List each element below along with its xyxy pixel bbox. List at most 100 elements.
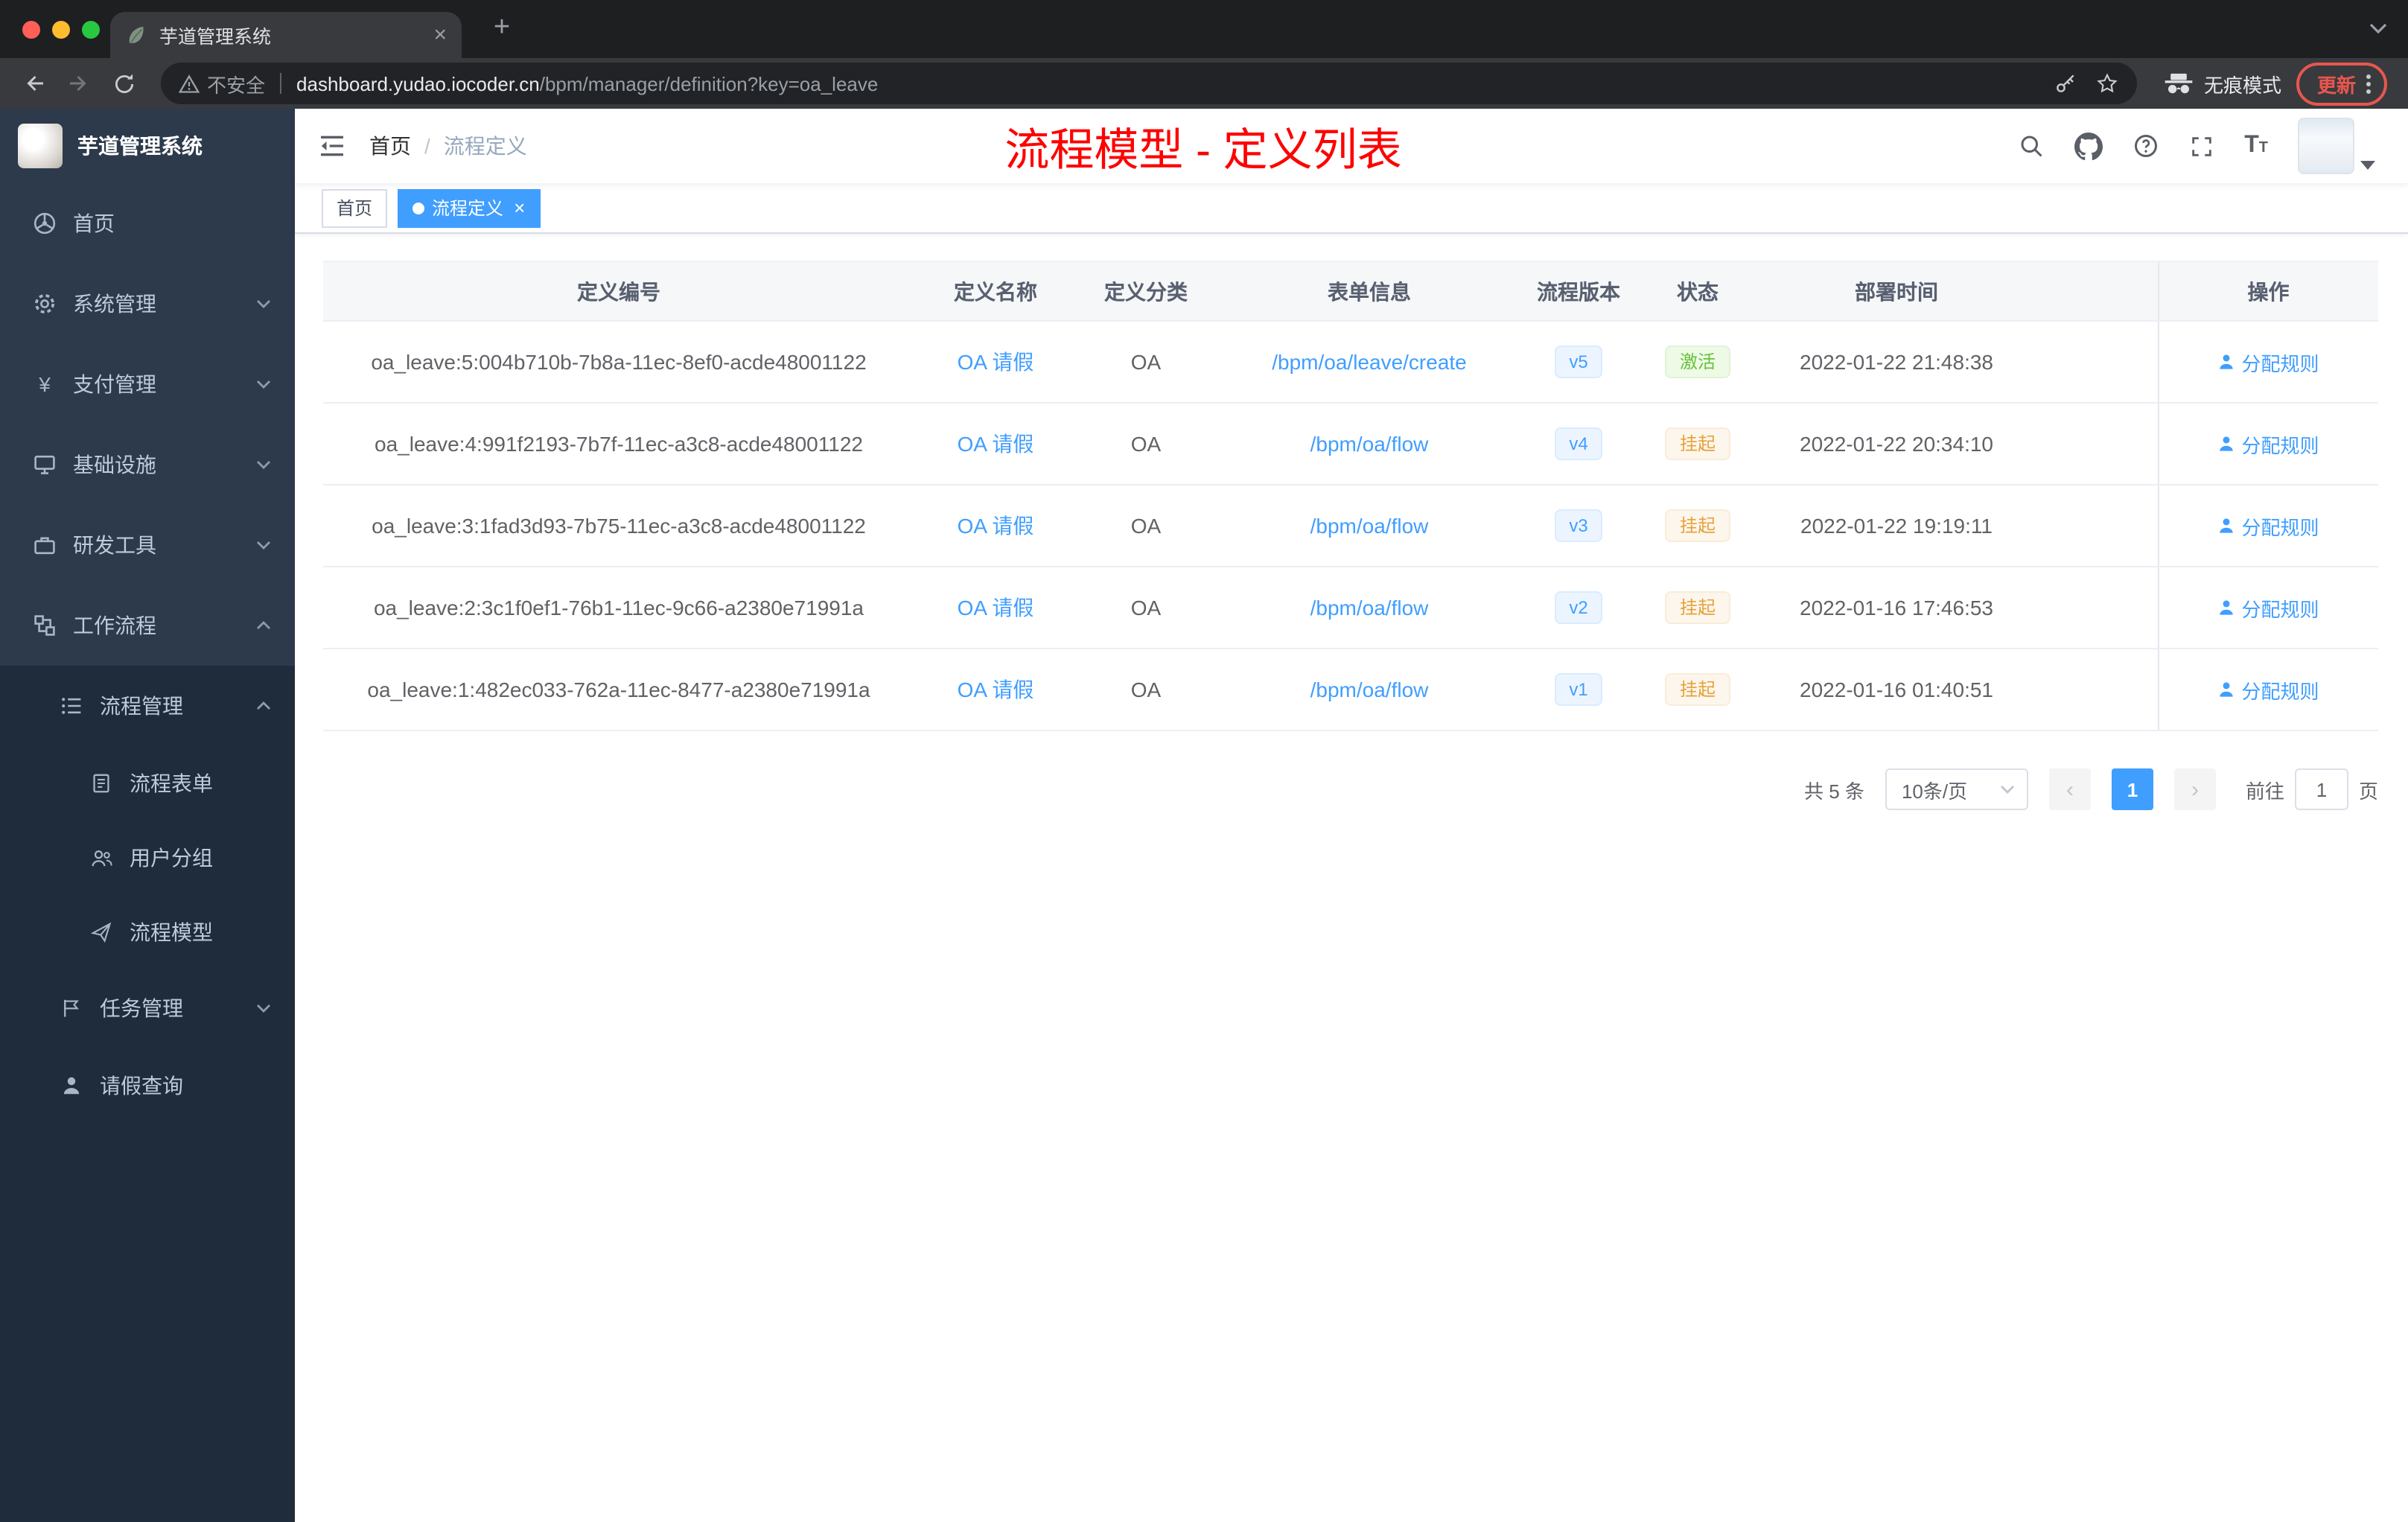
browser-update-menu-button[interactable]: 更新 (2296, 62, 2387, 105)
status-badge: 挂起 (1664, 509, 1730, 542)
cell-category: OA (1077, 649, 1215, 731)
users-icon (89, 846, 113, 870)
page-annotation-title: 流程模型 - 定义列表 (1004, 127, 1402, 176)
tag-label: 流程定义 (432, 198, 504, 219)
form-link[interactable]: /bpm/oa/flow (1310, 596, 1429, 620)
breadcrumb-separator: / (424, 134, 430, 158)
page-size-select[interactable]: 10条/页 (1885, 768, 2028, 810)
tags-view: 首页 流程定义 × (295, 183, 2408, 234)
back-button[interactable] (15, 64, 54, 103)
help-icon[interactable] (2133, 133, 2159, 159)
definition-name-link[interactable]: OA 请假 (958, 350, 1034, 374)
sidebar-item-label: 系统管理 (73, 292, 156, 316)
fullscreen-icon[interactable] (2189, 133, 2214, 159)
workflow-icon (33, 614, 57, 637)
minimize-window-button[interactable] (52, 21, 70, 39)
sidebar-logo[interactable]: 芋道管理系统 (0, 109, 295, 183)
col-header-version: 流程版本 (1523, 261, 1634, 322)
bookmark-star-icon[interactable] (2095, 71, 2119, 95)
status-badge: 挂起 (1664, 427, 1730, 460)
omnibox-divider (280, 73, 282, 94)
sidebar-item-devtools[interactable]: 研发工具 (0, 505, 295, 585)
incognito-label: 无痕模式 (2203, 74, 2281, 96)
page-unit-label: 页 (2358, 780, 2378, 802)
cell-deploy-time: 2022-01-16 17:46:53 (1762, 567, 2031, 649)
sidebar-item-home[interactable]: 首页 (0, 183, 295, 264)
zoom-window-button[interactable] (82, 21, 100, 39)
sidebar-item-infrastructure[interactable]: 基础设施 (0, 424, 295, 505)
close-window-button[interactable] (22, 21, 40, 39)
active-dot (413, 202, 425, 214)
sidebar-item-process-model[interactable]: 流程模型 (0, 895, 295, 969)
security-chip[interactable]: 不安全 (179, 69, 265, 98)
person-icon (2220, 600, 2234, 615)
assign-rule-link[interactable]: 分配规则 (2217, 348, 2319, 376)
security-label: 不安全 (207, 74, 266, 96)
font-size-icon[interactable]: TT (2244, 133, 2268, 159)
sidebar-item-label: 研发工具 (73, 533, 156, 557)
address-bar[interactable]: 不安全 dashboard.yudao.iocoder.cn/bpm/manag… (161, 63, 2137, 104)
forward-button[interactable] (60, 64, 98, 103)
password-key-icon[interactable] (2054, 71, 2077, 95)
form-link[interactable]: /bpm/oa/flow (1310, 432, 1429, 456)
breadcrumb-home[interactable]: 首页 (369, 131, 411, 161)
window-controls (22, 21, 100, 39)
sidebar-item-label: 基础设施 (73, 453, 156, 477)
monitor-icon (33, 453, 57, 477)
form-link[interactable]: /bpm/oa/flow (1310, 514, 1429, 538)
tag-close-icon[interactable]: × (514, 198, 525, 217)
form-link[interactable]: /bpm/oa/leave/create (1272, 350, 1467, 374)
prev-page-button[interactable]: ‹ (2048, 768, 2091, 810)
sidebar: 芋道管理系统 首页 系统管理 ¥ 支付管理 基础设施 研发工具 工作流程 流程管… (0, 109, 295, 1522)
sidebar-item-user-group[interactable]: 用户分组 (0, 821, 295, 895)
next-page-button[interactable]: › (2173, 768, 2216, 810)
cell-category: OA (1077, 567, 1215, 649)
sidebar-item-label: 流程管理 (100, 694, 183, 718)
sidebar-item-process-form[interactable]: 流程表单 (0, 746, 295, 821)
search-icon[interactable] (2018, 133, 2045, 159)
gear-icon (33, 292, 57, 316)
update-label: 更新 (2316, 74, 2356, 96)
sidebar-collapse-icon[interactable] (295, 131, 369, 161)
assign-rule-link[interactable]: 分配规则 (2217, 430, 2319, 458)
assign-rule-link[interactable]: 分配规则 (2217, 593, 2319, 622)
col-header-category: 定义分类 (1077, 261, 1215, 322)
col-header-name: 定义名称 (914, 261, 1077, 322)
list-icon (60, 694, 83, 718)
sidebar-item-leave-query[interactable]: 请假查询 (0, 1047, 295, 1124)
goto-page-input[interactable]: 1 (2294, 768, 2348, 810)
github-icon[interactable] (2074, 132, 2103, 160)
tag-home[interactable]: 首页 (322, 188, 388, 227)
browser-tab[interactable]: 芋道管理系统 × (110, 12, 462, 58)
form-link[interactable]: /bpm/oa/flow (1310, 678, 1429, 701)
cell-definition-id: oa_leave:3:1fad3d93-7b75-11ec-a3c8-acde4… (323, 485, 914, 567)
pagination-total: 共 5 条 (1804, 780, 1864, 802)
assign-rule-link[interactable]: 分配规则 (2217, 675, 2319, 704)
table-row: oa_leave:2:3c1f0ef1-76b1-11ec-9c66-a2380… (323, 567, 2378, 649)
definition-name-link[interactable]: OA 请假 (958, 678, 1034, 701)
sidebar-item-payment[interactable]: ¥ 支付管理 (0, 344, 295, 424)
sidebar-item-label: 支付管理 (73, 372, 156, 396)
tab-search-chevron-icon[interactable] (2369, 22, 2387, 34)
current-page-button[interactable]: 1 (2111, 768, 2153, 810)
sidebar-item-workflow[interactable]: 工作流程 (0, 585, 295, 666)
logo-avatar (18, 124, 63, 168)
sidebar-item-label: 请假查询 (100, 1074, 183, 1098)
page-size-value: 10条/页 (1901, 780, 1968, 802)
tag-process-definition[interactable]: 流程定义 × (398, 188, 541, 227)
definition-name-link[interactable]: OA 请假 (958, 514, 1034, 538)
new-tab-button[interactable]: + (485, 13, 518, 43)
user-menu[interactable] (2298, 118, 2375, 174)
assign-rule-link[interactable]: 分配规则 (2217, 512, 2319, 540)
sidebar-item-label: 首页 (73, 211, 115, 235)
breadcrumb-current: 流程定义 (443, 134, 527, 158)
definition-name-link[interactable]: OA 请假 (958, 432, 1034, 456)
chevron-down-icon (256, 1004, 271, 1013)
definition-name-link[interactable]: OA 请假 (958, 596, 1034, 620)
tab-close-icon[interactable]: × (433, 24, 447, 46)
reload-button[interactable] (104, 64, 143, 103)
sidebar-item-process-management[interactable]: 流程管理 (0, 666, 295, 746)
sidebar-item-system[interactable]: 系统管理 (0, 264, 295, 344)
col-header-deployed: 部署时间 (1762, 261, 2031, 322)
sidebar-item-task-management[interactable]: 任务管理 (0, 969, 295, 1047)
